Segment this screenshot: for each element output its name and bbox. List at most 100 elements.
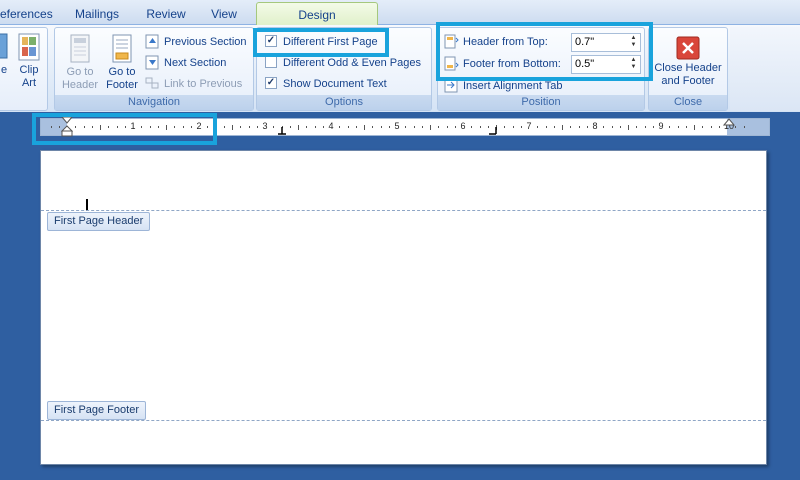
position-group-label: Position xyxy=(438,95,644,110)
ribbon: e Clip Art Go to Header Go to Footer Pre… xyxy=(0,25,800,112)
ruler-tick xyxy=(586,126,588,128)
ruler-tick xyxy=(322,126,324,128)
tab-view[interactable]: View xyxy=(204,3,244,25)
ruler-tick xyxy=(570,126,572,128)
go-to-header-button[interactable]: Go to Header xyxy=(59,34,101,92)
first-page-header-tag[interactable]: First Page Header xyxy=(47,212,151,231)
tab-references[interactable]: eferences xyxy=(0,3,53,25)
show-document-text-check-icon: ✓ xyxy=(265,77,277,90)
clip-art-button[interactable]: Clip Art xyxy=(11,32,47,90)
group-insert-partial: e Clip Art xyxy=(0,27,48,111)
ruler-tick xyxy=(339,126,341,128)
tab-review[interactable]: Review xyxy=(140,3,192,25)
footer-boundary-line xyxy=(41,420,766,421)
insert-alignment-tab-label: Insert Alignment Tab xyxy=(463,80,563,92)
insert-button-partial[interactable]: e xyxy=(0,32,11,77)
ruler-number: 4 xyxy=(328,121,334,131)
ruler-tick xyxy=(628,124,629,130)
ribbon-tab-strip: eferences Mailings Review View Design xyxy=(0,0,800,26)
right-tab-stop-icon[interactable] xyxy=(489,127,497,135)
ruler-tick xyxy=(619,126,621,128)
ruler-tick xyxy=(347,126,349,128)
go-to-header-label-1: Go to xyxy=(66,66,94,78)
clip-art-label-1: Clip xyxy=(19,64,39,76)
ruler-tick xyxy=(578,126,580,128)
highlight-ruler-margin xyxy=(32,113,217,145)
tab-design[interactable]: Design xyxy=(256,2,378,26)
go-to-footer-icon xyxy=(112,34,132,63)
ruler-tick xyxy=(438,126,440,128)
ruler-tick xyxy=(364,124,365,130)
ruler-tick xyxy=(553,126,555,128)
ruler-tick xyxy=(743,126,745,128)
ruler-tick xyxy=(644,126,646,128)
ruler-tick xyxy=(256,126,258,128)
ruler-tick xyxy=(289,126,291,128)
ruler-tick xyxy=(298,124,299,130)
ruler-tick xyxy=(652,126,654,128)
go-to-header-icon xyxy=(70,34,90,63)
ruler-tick xyxy=(240,126,242,128)
insert-label: e xyxy=(0,64,8,76)
different-odd-even-check-icon xyxy=(265,56,277,69)
next-section-button[interactable]: Next Section xyxy=(145,53,226,73)
ruler-tick xyxy=(388,126,390,128)
next-section-label: Next Section xyxy=(164,57,227,69)
go-to-footer-button[interactable]: Go to Footer xyxy=(101,34,143,92)
ruler-tick xyxy=(405,126,407,128)
close-label-2: and Footer xyxy=(661,75,715,87)
ruler-tick xyxy=(223,126,225,128)
ruler-tick xyxy=(372,126,374,128)
ruler-tick xyxy=(504,126,506,128)
ruler-tick xyxy=(273,126,275,128)
link-to-previous-button[interactable]: Link to Previous xyxy=(145,74,242,94)
ruler-number: 5 xyxy=(394,121,400,131)
document-page[interactable]: First Page Header First Page Footer xyxy=(40,150,767,465)
ruler-tick xyxy=(314,126,316,128)
options-group-label: Options xyxy=(257,95,431,110)
ruler-tick xyxy=(603,126,605,128)
first-page-footer-tag[interactable]: First Page Footer xyxy=(47,401,146,420)
show-document-text-label: Show Document Text xyxy=(283,78,387,90)
ruler-tick xyxy=(685,126,687,128)
clip-art-icon xyxy=(18,33,40,61)
ribbon-empty-area xyxy=(730,27,800,111)
right-indent-marker-icon[interactable] xyxy=(723,116,735,126)
previous-section-button[interactable]: Previous Section xyxy=(145,32,247,52)
ruler-tick xyxy=(702,126,704,128)
link-to-previous-label: Link to Previous xyxy=(164,78,243,90)
ruler-tick xyxy=(694,124,695,130)
insert-icon xyxy=(0,33,8,59)
previous-section-label: Previous Section xyxy=(164,36,247,48)
ruler-tick xyxy=(454,126,456,128)
ruler-tick xyxy=(677,126,679,128)
ruler-tick xyxy=(636,126,638,128)
ruler-tick xyxy=(355,126,357,128)
ruler-tick xyxy=(562,124,563,130)
different-odd-even-label: Different Odd & Even Pages xyxy=(283,57,421,69)
previous-section-icon xyxy=(145,34,159,49)
close-header-footer-button[interactable]: Close Header and Footer xyxy=(649,36,727,88)
ruler-tick xyxy=(232,124,233,130)
link-to-previous-icon xyxy=(145,77,159,89)
ruler-tick xyxy=(710,126,712,128)
show-document-text-checkbox[interactable]: ✓ Show Document Text xyxy=(265,74,387,94)
ruler-tick xyxy=(306,126,308,128)
ruler-tick xyxy=(421,126,423,128)
ruler-tick xyxy=(380,126,382,128)
next-section-icon xyxy=(145,55,159,70)
ruler-tick xyxy=(471,126,473,128)
tab-mailings[interactable]: Mailings xyxy=(66,3,128,25)
center-tab-stop-icon[interactable] xyxy=(278,127,286,135)
ruler-tick xyxy=(611,126,613,128)
ruler-number: 9 xyxy=(658,121,664,131)
ruler-number: 3 xyxy=(262,121,268,131)
ruler-tick xyxy=(512,126,514,128)
go-to-header-label-2: Header xyxy=(61,79,99,91)
ruler-tick xyxy=(545,126,547,128)
close-group-label: Close xyxy=(649,95,727,110)
close-icon xyxy=(676,36,700,60)
ruler-number: 8 xyxy=(592,121,598,131)
navigation-group-label: Navigation xyxy=(55,95,253,110)
go-to-footer-label-2: Footer xyxy=(106,79,138,91)
